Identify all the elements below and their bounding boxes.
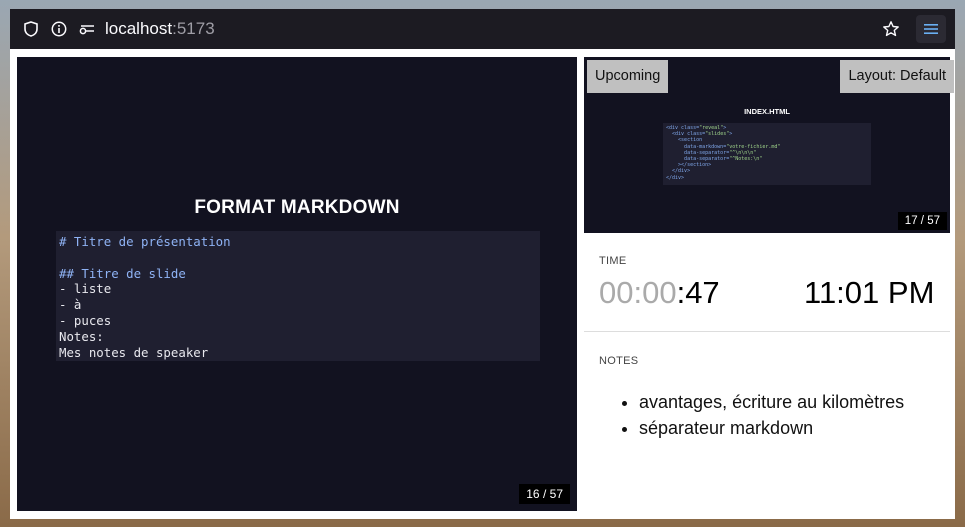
timer-seconds: :47 [676, 275, 720, 310]
address-bar[interactable]: localhost:5173 [105, 18, 215, 40]
code-line: - puces [59, 312, 112, 328]
slide-total: 57 [549, 487, 563, 501]
upcoming-slide-number: 17 [904, 215, 918, 227]
counter-separator: / [542, 487, 547, 501]
upcoming-counter-separator: / [920, 215, 924, 227]
info-icon[interactable] [50, 20, 68, 38]
current-slide-counter: 16 / 57 [519, 484, 570, 504]
hamburger-icon [924, 24, 938, 34]
upcoming-code-line: </div> [666, 174, 685, 181]
layout-button[interactable]: Layout: Default [840, 60, 954, 93]
time-label: TIME [599, 255, 627, 267]
note-item: avantages, écriture au kilomètres [639, 389, 904, 415]
browser-toolbar: localhost:5173 [10, 9, 955, 49]
upcoming-slide-preview[interactable]: Upcoming Layout: Default INDEX.HTML <div… [584, 57, 954, 233]
elapsed-timer[interactable]: 00:00:47 [599, 273, 720, 313]
slide-number: 16 [526, 487, 540, 501]
app-menu-button[interactable] [916, 15, 946, 43]
upcoming-slide-title: INDEX.HTML [744, 107, 790, 116]
timer-hours-minutes: 00:00 [599, 275, 677, 310]
wall-clock: 11:01 PM [804, 275, 935, 310]
upcoming-label: Upcoming [587, 60, 669, 93]
code-line: # Titre de présentation [59, 234, 231, 249]
url-host: localhost [105, 19, 173, 38]
code-line: ## Titre de slide [59, 265, 186, 281]
url-port: :5173 [172, 19, 215, 38]
browser-window: localhost:5173 FORMAT MARKDOWN # Titre d… [10, 9, 955, 519]
divider [584, 331, 950, 332]
shield-icon[interactable] [22, 20, 40, 38]
upcoming-code-block: <div class="reveal"> <div class="slides"… [663, 123, 871, 185]
code-line: Notes: [59, 328, 104, 344]
code-line: Mes notes de speaker [59, 344, 209, 360]
notes-label: NOTES [599, 355, 639, 367]
slide-title: FORMAT MARKDOWN [194, 197, 400, 218]
current-slide: FORMAT MARKDOWN # Titre de présentation … [17, 57, 577, 511]
permissions-icon[interactable] [78, 20, 96, 38]
code-line: - à [59, 297, 82, 313]
upcoming-slide-counter: 17 / 57 [897, 212, 947, 230]
speaker-notes-list: avantages, écriture au kilomètres sépara… [599, 389, 904, 441]
code-line: - liste [59, 281, 112, 297]
markdown-code-block: # Titre de présentation ## Titre de slid… [56, 231, 540, 361]
bookmark-star-icon[interactable] [882, 20, 900, 38]
upcoming-slide-total: 57 [927, 215, 940, 227]
note-item: séparateur markdown [639, 415, 904, 441]
